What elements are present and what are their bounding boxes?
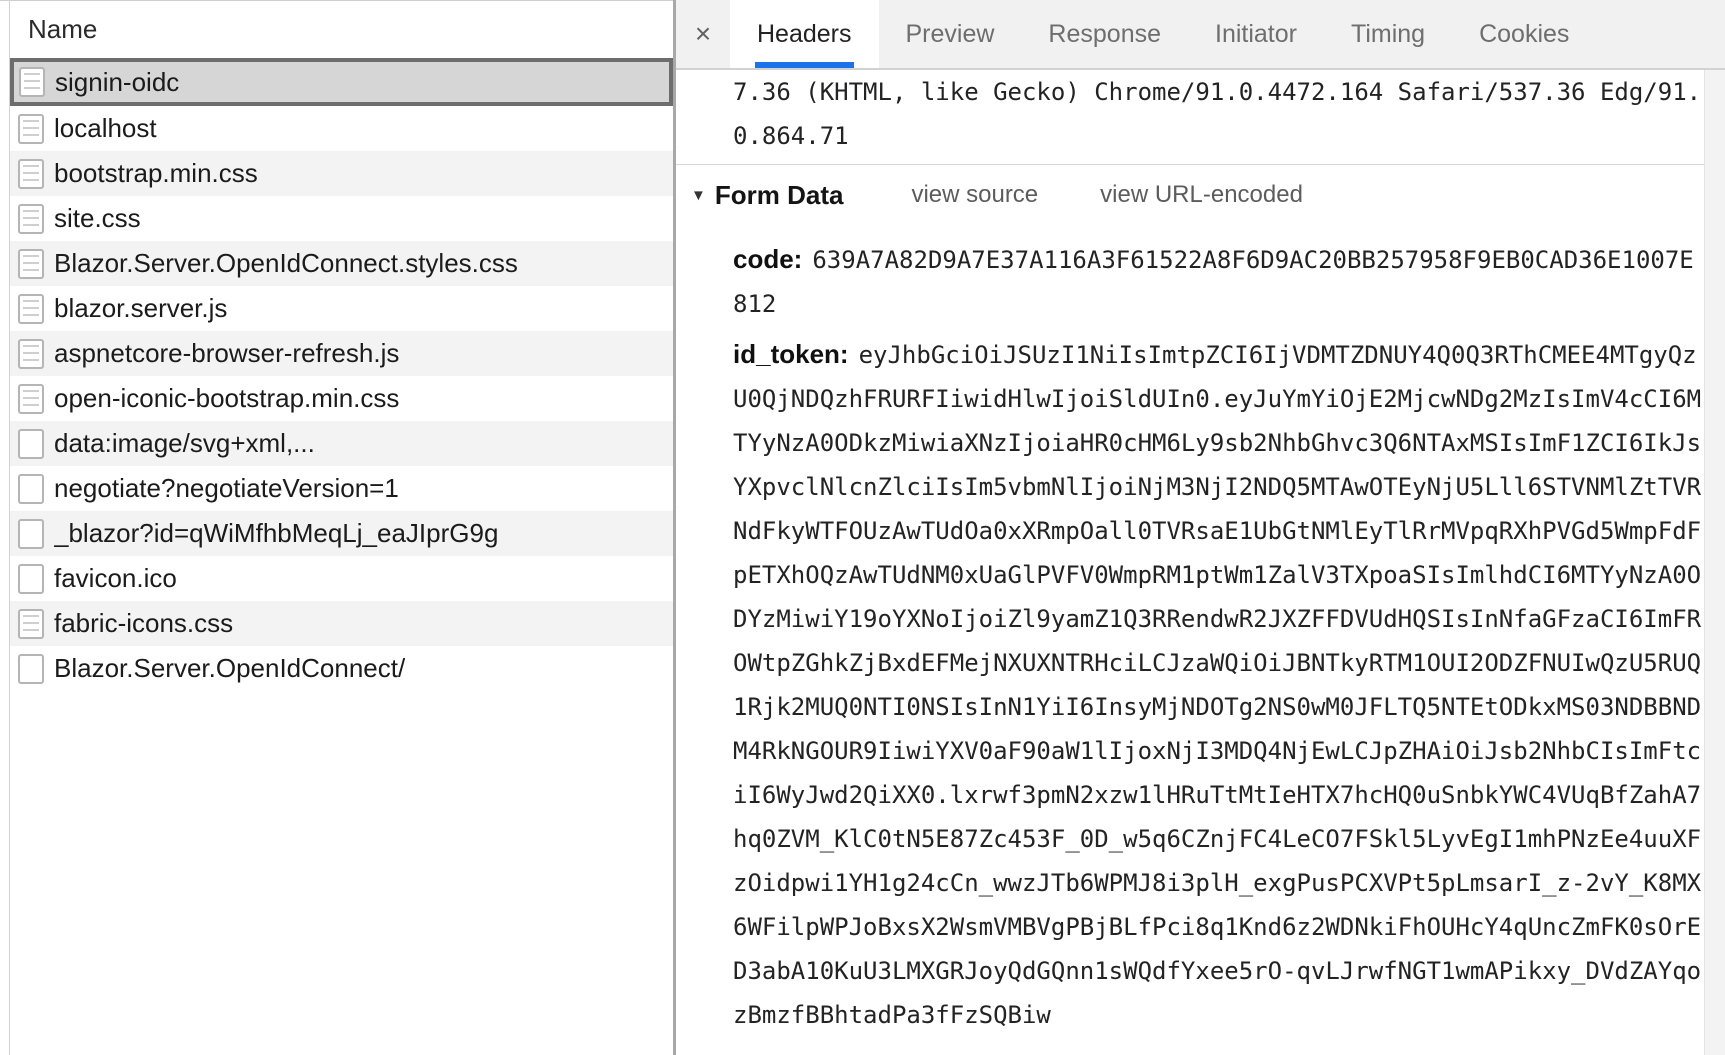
view-url-encoded-link[interactable]: view URL-encoded — [1100, 181, 1303, 209]
table-row[interactable]: aspnetcore-browser-refresh.js — [10, 331, 673, 376]
document-icon — [18, 519, 44, 549]
vertical-scrollbar[interactable] — [1704, 70, 1725, 1055]
tab-initiator[interactable]: Initiator — [1188, 0, 1324, 68]
table-row[interactable]: bootstrap.min.css — [10, 151, 673, 196]
name-column-label: Name — [28, 14, 97, 45]
table-row[interactable]: localhost — [10, 106, 673, 151]
table-row[interactable]: Blazor.Server.OpenIdConnect/ — [10, 646, 673, 691]
headers-tab-content: 7.36 (KHTML, like Gecko) Chrome/91.0.447… — [676, 70, 1725, 1037]
document-icon — [18, 429, 44, 459]
document-lines-icon — [18, 339, 44, 369]
close-icon[interactable]: × — [676, 0, 730, 68]
table-row[interactable]: favicon.ico — [10, 556, 673, 601]
detail-tabbar: × Headers Preview Response Initiator Tim… — [676, 0, 1725, 70]
tab-response[interactable]: Response — [1021, 0, 1188, 68]
request-name-label: Blazor.Server.OpenIdConnect/ — [54, 653, 405, 684]
name-column-header[interactable]: Name — [10, 1, 673, 58]
request-name-label: signin-oidc — [55, 67, 179, 98]
request-name-label: aspnetcore-browser-refresh.js — [54, 338, 399, 369]
request-name-label: site.css — [54, 203, 141, 234]
table-row[interactable]: open-iconic-bootstrap.min.css — [10, 376, 673, 421]
tab-preview[interactable]: Preview — [879, 0, 1022, 68]
form-data-title[interactable]: Form Data — [715, 180, 844, 211]
devtools-network-panel: Name signin-oidc localhost bootstrap.min… — [0, 0, 1725, 1055]
collapse-triangle-icon[interactable]: ▼ — [691, 188, 706, 203]
table-row[interactable]: site.css — [10, 196, 673, 241]
request-name-label: _blazor?id=qWiMfhbMeqLj_eaJIprG9g — [54, 518, 498, 549]
document-icon — [18, 564, 44, 594]
form-data-field: code:639A7A82D9A7E37A116A3F61522A8F6D9AC… — [733, 237, 1705, 326]
request-name-label: localhost — [54, 113, 157, 144]
form-data-fields: code:639A7A82D9A7E37A116A3F61522A8F6D9AC… — [733, 237, 1725, 1037]
request-name-label: Blazor.Server.OpenIdConnect.styles.css — [54, 248, 518, 279]
form-data-field: id_token:eyJhbGciOiJSUzI1NiIsImtpZCI6IjV… — [733, 332, 1705, 1037]
request-name-label: favicon.ico — [54, 563, 177, 594]
document-lines-icon — [18, 204, 44, 234]
request-name-label: open-iconic-bootstrap.min.css — [54, 383, 399, 414]
request-detail-panel: × Headers Preview Response Initiator Tim… — [676, 0, 1725, 1055]
table-row[interactable]: Blazor.Server.OpenIdConnect.styles.css — [10, 241, 673, 286]
table-row[interactable]: _blazor?id=qWiMfhbMeqLj_eaJIprG9g — [10, 511, 673, 556]
request-name-label: negotiate?negotiateVersion=1 — [54, 473, 399, 504]
detail-tabs: Headers Preview Response Initiator Timin… — [730, 0, 1596, 68]
list-left-border — [9, 1, 10, 1055]
document-lines-icon — [19, 67, 45, 97]
table-row[interactable]: negotiate?negotiateVersion=1 — [10, 466, 673, 511]
request-name-label: data:image/svg+xml,... — [54, 428, 315, 459]
network-request-list-panel: Name signin-oidc localhost bootstrap.min… — [0, 0, 673, 1055]
request-name-label: bootstrap.min.css — [54, 158, 258, 189]
request-rows: signin-oidc localhost bootstrap.min.css … — [10, 58, 673, 691]
document-lines-icon — [18, 159, 44, 189]
table-row[interactable]: blazor.server.js — [10, 286, 673, 331]
field-key: id_token: — [733, 339, 859, 369]
document-icon — [18, 474, 44, 504]
table-row[interactable]: data:image/svg+xml,... — [10, 421, 673, 466]
form-data-section-header: ▼ Form Data view source view URL-encoded — [691, 175, 1725, 215]
table-row[interactable]: fabric-icons.css — [10, 601, 673, 646]
request-name-label: blazor.server.js — [54, 293, 227, 324]
field-value: 639A7A82D9A7E37A116A3F61522A8F6D9AC20BB2… — [733, 246, 1694, 318]
field-key: code: — [733, 244, 812, 274]
field-value: eyJhbGciOiJSUzI1NiIsImtpZCI6IjVDMTZDNUY4… — [733, 341, 1701, 1029]
document-lines-icon — [18, 114, 44, 144]
tab-cookies[interactable]: Cookies — [1452, 0, 1596, 68]
tab-headers[interactable]: Headers — [730, 0, 879, 68]
document-lines-icon — [18, 249, 44, 279]
document-icon — [18, 654, 44, 684]
document-lines-icon — [18, 294, 44, 324]
request-name-label: fabric-icons.css — [54, 608, 233, 639]
document-lines-icon — [18, 384, 44, 414]
user-agent-value-tail: 7.36 (KHTML, like Gecko) Chrome/91.0.447… — [733, 70, 1705, 158]
view-source-link[interactable]: view source — [911, 181, 1038, 209]
tab-timing[interactable]: Timing — [1324, 0, 1452, 68]
table-row[interactable]: signin-oidc — [10, 58, 673, 106]
section-separator — [676, 164, 1725, 165]
document-lines-icon — [18, 609, 44, 639]
